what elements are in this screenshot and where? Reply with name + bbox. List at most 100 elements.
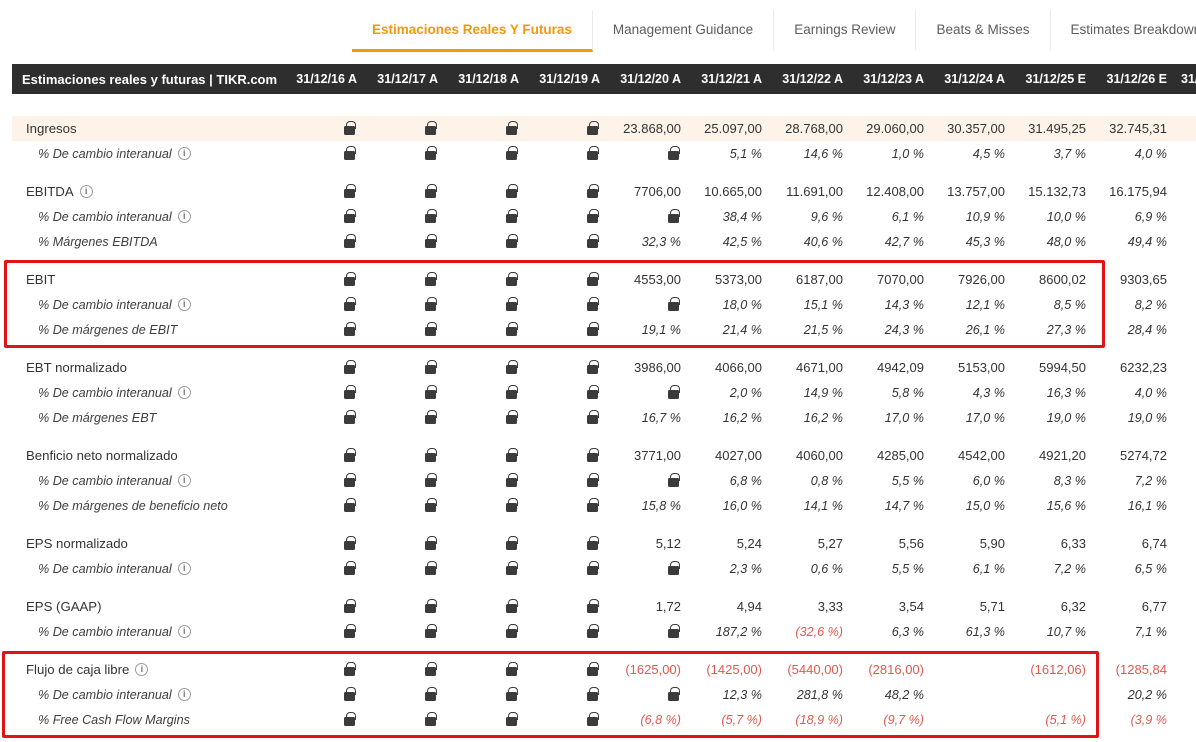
locked-cell[interactable] [446, 663, 527, 676]
locked-cell[interactable] [527, 235, 608, 248]
locked-cell[interactable] [365, 273, 446, 286]
locked-cell[interactable] [365, 449, 446, 462]
locked-cell[interactable] [365, 537, 446, 550]
locked-cell[interactable] [365, 147, 446, 160]
locked-cell[interactable] [527, 499, 608, 512]
tab-estimates-breakdown[interactable]: Estimates Breakdown [1051, 10, 1196, 52]
locked-cell[interactable] [365, 625, 446, 638]
locked-cell[interactable] [608, 688, 689, 701]
locked-cell[interactable] [284, 147, 365, 160]
locked-cell[interactable] [365, 386, 446, 399]
locked-cell[interactable] [446, 713, 527, 726]
locked-cell[interactable] [446, 537, 527, 550]
locked-cell[interactable] [608, 386, 689, 399]
locked-cell[interactable] [284, 600, 365, 613]
tab-beats-misses[interactable]: Beats & Misses [916, 10, 1050, 52]
locked-cell[interactable] [365, 185, 446, 198]
locked-cell[interactable] [365, 122, 446, 135]
locked-cell[interactable] [365, 210, 446, 223]
locked-cell[interactable] [608, 147, 689, 160]
locked-cell[interactable] [446, 210, 527, 223]
locked-cell[interactable] [284, 411, 365, 424]
locked-cell[interactable] [446, 625, 527, 638]
locked-cell[interactable] [446, 688, 527, 701]
locked-cell[interactable] [365, 411, 446, 424]
locked-cell[interactable] [608, 562, 689, 575]
locked-cell[interactable] [527, 361, 608, 374]
locked-cell[interactable] [527, 210, 608, 223]
locked-cell[interactable] [365, 713, 446, 726]
locked-cell[interactable] [527, 386, 608, 399]
locked-cell[interactable] [284, 210, 365, 223]
locked-cell[interactable] [284, 185, 365, 198]
tab-earnings-review[interactable]: Earnings Review [774, 10, 916, 52]
locked-cell[interactable] [527, 474, 608, 487]
locked-cell[interactable] [527, 411, 608, 424]
locked-cell[interactable] [365, 688, 446, 701]
locked-cell[interactable] [446, 449, 527, 462]
locked-cell[interactable] [446, 386, 527, 399]
locked-cell[interactable] [446, 600, 527, 613]
locked-cell[interactable] [608, 298, 689, 311]
locked-cell[interactable] [365, 474, 446, 487]
locked-cell[interactable] [446, 323, 527, 336]
locked-cell[interactable] [446, 474, 527, 487]
locked-cell[interactable] [365, 361, 446, 374]
locked-cell[interactable] [527, 713, 608, 726]
locked-cell[interactable] [446, 499, 527, 512]
locked-cell[interactable] [284, 235, 365, 248]
locked-cell[interactable] [446, 185, 527, 198]
locked-cell[interactable] [446, 122, 527, 135]
info-icon[interactable]: i [80, 185, 93, 198]
info-icon[interactable]: i [178, 688, 191, 701]
locked-cell[interactable] [446, 298, 527, 311]
locked-cell[interactable] [365, 499, 446, 512]
locked-cell[interactable] [365, 323, 446, 336]
locked-cell[interactable] [527, 185, 608, 198]
locked-cell[interactable] [446, 562, 527, 575]
info-icon[interactable]: i [178, 386, 191, 399]
info-icon[interactable]: i [178, 625, 191, 638]
tab-estimaciones-reales-y-futuras[interactable]: Estimaciones Reales Y Futuras [352, 10, 593, 52]
locked-cell[interactable] [527, 122, 608, 135]
locked-cell[interactable] [284, 688, 365, 701]
info-icon[interactable]: i [178, 298, 191, 311]
locked-cell[interactable] [527, 273, 608, 286]
locked-cell[interactable] [608, 210, 689, 223]
tab-management-guidance[interactable]: Management Guidance [593, 10, 774, 52]
locked-cell[interactable] [527, 323, 608, 336]
locked-cell[interactable] [284, 713, 365, 726]
locked-cell[interactable] [446, 411, 527, 424]
locked-cell[interactable] [284, 625, 365, 638]
locked-cell[interactable] [284, 562, 365, 575]
locked-cell[interactable] [284, 449, 365, 462]
locked-cell[interactable] [527, 562, 608, 575]
locked-cell[interactable] [527, 688, 608, 701]
locked-cell[interactable] [446, 235, 527, 248]
locked-cell[interactable] [284, 361, 365, 374]
locked-cell[interactable] [527, 537, 608, 550]
locked-cell[interactable] [284, 663, 365, 676]
locked-cell[interactable] [527, 449, 608, 462]
info-icon[interactable]: i [178, 147, 191, 160]
locked-cell[interactable] [284, 273, 365, 286]
locked-cell[interactable] [365, 562, 446, 575]
locked-cell[interactable] [365, 235, 446, 248]
locked-cell[interactable] [284, 122, 365, 135]
locked-cell[interactable] [527, 298, 608, 311]
locked-cell[interactable] [284, 537, 365, 550]
locked-cell[interactable] [527, 600, 608, 613]
locked-cell[interactable] [527, 663, 608, 676]
locked-cell[interactable] [284, 298, 365, 311]
info-icon[interactable]: i [135, 663, 148, 676]
locked-cell[interactable] [365, 600, 446, 613]
locked-cell[interactable] [446, 147, 527, 160]
locked-cell[interactable] [284, 474, 365, 487]
locked-cell[interactable] [284, 323, 365, 336]
locked-cell[interactable] [284, 386, 365, 399]
locked-cell[interactable] [284, 499, 365, 512]
locked-cell[interactable] [365, 663, 446, 676]
locked-cell[interactable] [527, 625, 608, 638]
locked-cell[interactable] [446, 273, 527, 286]
locked-cell[interactable] [527, 147, 608, 160]
